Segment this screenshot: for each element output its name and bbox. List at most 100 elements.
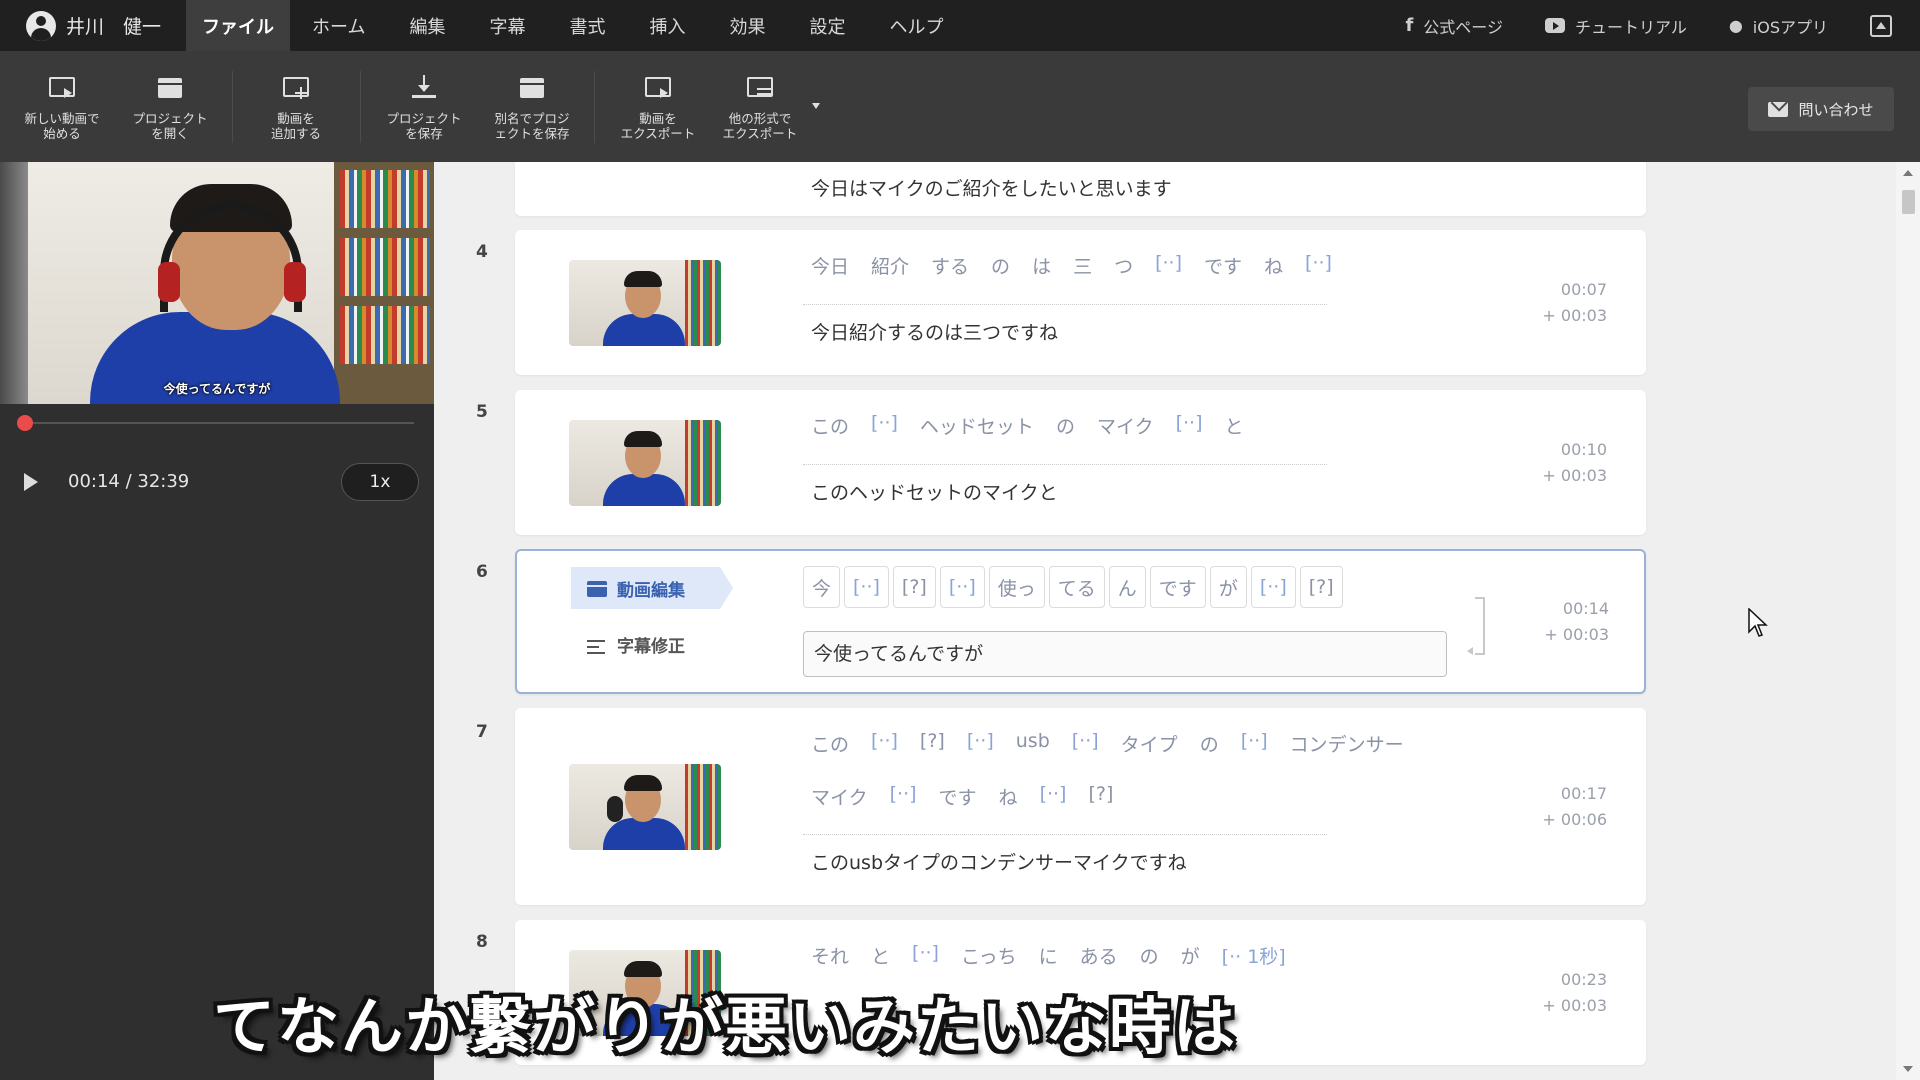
save-as-button[interactable]: 別名でプロジ ェクトを保存 <box>478 73 586 141</box>
pause-marker[interactable]: [··] <box>1155 252 1182 279</box>
vertical-scrollbar[interactable] <box>1896 162 1920 1080</box>
subtitle-text[interactable]: このヘッドセットのマイクと <box>811 478 1058 505</box>
video-preview[interactable]: 今使ってるんですが <box>0 162 434 404</box>
word[interactable]: ヘッドセット <box>920 412 1034 439</box>
seek-bar[interactable] <box>16 415 414 431</box>
subtitle-row[interactable]: この [··] [?] [··] usb [··] タイプ の [··] コンデ… <box>515 708 1646 905</box>
word-list: 今日 紹介 する の は 三 つ [··] です ね [··] <box>811 252 1354 279</box>
pause-marker[interactable]: [··] <box>1040 783 1067 810</box>
word[interactable]: つ <box>1114 252 1133 279</box>
word[interactable]: それ <box>811 942 849 969</box>
word[interactable]: の <box>1140 942 1159 969</box>
pause-marker[interactable]: [··] <box>967 730 994 757</box>
pause-chip[interactable]: [··] <box>1250 566 1296 608</box>
speed-button[interactable]: 1x <box>341 463 419 501</box>
new-video-button[interactable]: 新しい動画で 始める <box>8 73 116 141</box>
pause-marker[interactable]: [··] <box>871 412 898 439</box>
menu-help[interactable]: ヘルプ <box>867 0 965 51</box>
unknown-marker[interactable]: [?] <box>1088 783 1113 810</box>
play-icon[interactable] <box>24 473 38 491</box>
pause-marker[interactable]: [··] <box>890 783 917 810</box>
subtitle-row[interactable]: この [··] ヘッドセット の マイク [··] と このヘッドセットのマイク… <box>515 390 1646 535</box>
pause-chip[interactable]: [··] <box>939 566 985 608</box>
subtitle-row-active[interactable]: 動画編集 字幕修正 今 [··] [?] [··] 使っ てる ん です が [… <box>515 549 1646 694</box>
word-chip[interactable]: 使っ <box>988 566 1045 608</box>
word[interactable]: ある <box>1080 942 1118 969</box>
pause-marker[interactable]: [·· 1秒] <box>1222 942 1286 969</box>
word[interactable]: タイプ <box>1121 730 1178 757</box>
word[interactable]: する <box>931 252 969 279</box>
word[interactable]: マイク <box>811 783 868 810</box>
word[interactable]: に <box>1039 942 1058 969</box>
pause-marker[interactable]: [··] <box>1305 252 1332 279</box>
word-chip[interactable]: 今 <box>803 566 841 608</box>
export-other-button[interactable]: 他の形式で エクスポート <box>706 73 814 141</box>
word[interactable]: この <box>811 730 849 757</box>
collapse-toolbar-icon[interactable] <box>1870 14 1892 37</box>
row-number: 7 <box>476 722 488 742</box>
word[interactable]: は <box>1032 252 1051 279</box>
word[interactable]: 三 <box>1073 252 1092 279</box>
subtitle-fix-tab[interactable]: 字幕修正 <box>571 635 685 659</box>
subtitle-text[interactable]: このusbタイプのコンデンサーマイクですね <box>811 848 1187 875</box>
menu-format[interactable]: 書式 <box>547 0 627 51</box>
word[interactable]: マイク <box>1097 412 1154 439</box>
subtitle-edit-input[interactable]: 今使ってるんですが <box>803 631 1447 677</box>
word-chip[interactable]: です <box>1149 566 1206 608</box>
menu-insert[interactable]: 挿入 <box>627 0 707 51</box>
pause-marker[interactable]: [··] <box>1176 412 1203 439</box>
tutorial-link[interactable]: チュートリアル <box>1544 14 1687 38</box>
scroll-thumb[interactable] <box>1902 190 1915 214</box>
unknown-chip[interactable]: [?] <box>892 566 936 608</box>
menu-effects[interactable]: 効果 <box>707 0 787 51</box>
menu-home[interactable]: ホーム <box>290 0 387 51</box>
contact-button[interactable]: 問い合わせ <box>1748 87 1894 131</box>
word[interactable]: と <box>1224 412 1243 439</box>
user-account[interactable]: 井川 健一 <box>0 0 186 51</box>
add-video-button[interactable]: 動画を 追加する <box>242 73 350 141</box>
subtitle-text[interactable]: 今日紹介するのは三つですね <box>811 318 1058 345</box>
word[interactable]: の <box>1200 730 1219 757</box>
export-dropdown-icon[interactable] <box>812 103 820 109</box>
pause-marker[interactable]: [··] <box>1072 730 1099 757</box>
word-chip[interactable]: ん <box>1108 566 1146 608</box>
pause-chip[interactable]: [··] <box>844 566 889 608</box>
menu-settings[interactable]: 設定 <box>787 0 867 51</box>
scroll-down-icon[interactable] <box>1903 1066 1913 1072</box>
save-project-button[interactable]: プロジェクト を保存 <box>370 73 478 141</box>
video-scene-headset-cup <box>158 262 180 302</box>
word[interactable]: が <box>1181 942 1200 969</box>
word[interactable]: 今日 <box>811 252 849 279</box>
word-chip[interactable]: が <box>1209 566 1247 608</box>
menu-subtitle[interactable]: 字幕 <box>467 0 547 51</box>
official-page-link[interactable]: f 公式ページ <box>1405 14 1503 38</box>
word[interactable]: の <box>991 252 1010 279</box>
word-chip[interactable]: てる <box>1048 566 1105 608</box>
word[interactable]: です <box>1204 252 1242 279</box>
video-edit-tab[interactable]: 動画編集 <box>571 567 733 609</box>
word[interactable]: と <box>871 942 890 969</box>
pause-marker[interactable]: [··] <box>1241 730 1268 757</box>
seek-handle[interactable] <box>16 415 33 431</box>
word[interactable]: この <box>811 412 849 439</box>
unknown-chip[interactable]: [?] <box>1299 566 1343 608</box>
menu-file[interactable]: ファイル <box>186 0 290 51</box>
subtitle-row[interactable]: 今日はマイクのご紹介をしたいと思います <box>515 162 1646 216</box>
word[interactable]: 紹介 <box>871 252 909 279</box>
word[interactable]: usb <box>1016 730 1050 757</box>
word[interactable]: ね <box>999 783 1018 810</box>
word[interactable]: こっち <box>961 942 1017 969</box>
pause-marker[interactable]: [··] <box>912 942 939 969</box>
ios-app-link[interactable]: ● iOSアプリ <box>1729 14 1828 38</box>
unknown-marker[interactable]: [?] <box>920 730 945 757</box>
scroll-up-icon[interactable] <box>1903 170 1913 176</box>
export-video-button[interactable]: 動画を エクスポート <box>604 73 712 141</box>
menu-edit[interactable]: 編集 <box>387 0 467 51</box>
pause-marker[interactable]: [··] <box>871 730 898 757</box>
word[interactable]: ね <box>1264 252 1283 279</box>
word[interactable]: です <box>939 783 977 810</box>
open-project-button[interactable]: プロジェクト を開く <box>116 73 224 141</box>
subtitle-row[interactable]: 今日 紹介 する の は 三 つ [··] です ね [··] 今日紹介するのは… <box>515 230 1646 375</box>
word[interactable]: コンデンサー <box>1290 730 1404 757</box>
word[interactable]: の <box>1056 412 1075 439</box>
